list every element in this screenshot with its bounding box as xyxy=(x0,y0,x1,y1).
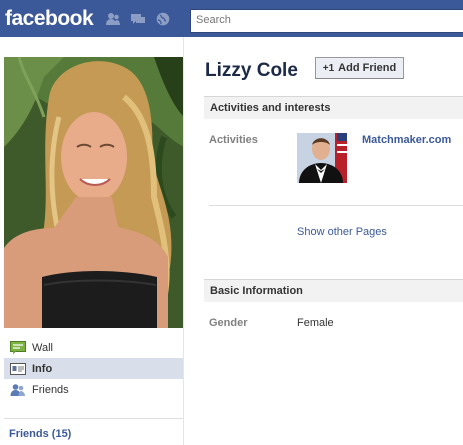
friend-requests-icon[interactable] xyxy=(105,12,121,26)
nav-item-label: Info xyxy=(32,362,53,375)
profile-name: Lizzy Cole xyxy=(205,60,298,81)
section-header-activities: Activities and interests xyxy=(204,96,463,119)
friends-count-link[interactable]: Friends (15) xyxy=(9,428,71,440)
column-divider xyxy=(183,37,184,445)
messages-icon[interactable] xyxy=(130,12,146,26)
gender-value: Female xyxy=(297,317,334,329)
nav-item-friends[interactable]: Friends xyxy=(4,379,184,400)
add-friend-icon: +1 xyxy=(322,62,335,74)
notifications-icon[interactable] xyxy=(155,12,171,26)
section-header-basic-info: Basic Information xyxy=(204,279,463,302)
matchmaker-page-link[interactable]: Matchmaker.com xyxy=(362,134,451,146)
divider xyxy=(209,205,463,206)
divider xyxy=(4,418,184,419)
search-input[interactable]: Search xyxy=(190,9,463,33)
profile-nav: Wall Info Friends xyxy=(4,337,184,400)
nav-item-info[interactable]: Info xyxy=(4,358,184,379)
friends-icon xyxy=(10,383,26,397)
nav-item-label: Wall xyxy=(32,341,53,354)
gender-label: Gender xyxy=(209,317,248,329)
activities-label: Activities xyxy=(209,134,258,146)
left-column: Wall Info Friends Friends (15) xyxy=(0,37,184,445)
nav-item-wall[interactable]: Wall xyxy=(4,337,184,358)
add-friend-button[interactable]: +1 Add Friend xyxy=(315,57,404,79)
nav-item-label: Friends xyxy=(32,383,69,396)
profile-photo[interactable] xyxy=(4,57,184,328)
matchmaker-page-thumbnail[interactable] xyxy=(297,133,347,183)
info-icon xyxy=(10,362,26,376)
facebook-logo[interactable]: facebook xyxy=(5,7,94,31)
show-other-pages-link[interactable]: Show other Pages xyxy=(297,226,387,238)
wall-icon xyxy=(10,340,26,355)
add-friend-label: Add Friend xyxy=(338,62,397,74)
top-bar: facebook Search xyxy=(0,0,463,37)
